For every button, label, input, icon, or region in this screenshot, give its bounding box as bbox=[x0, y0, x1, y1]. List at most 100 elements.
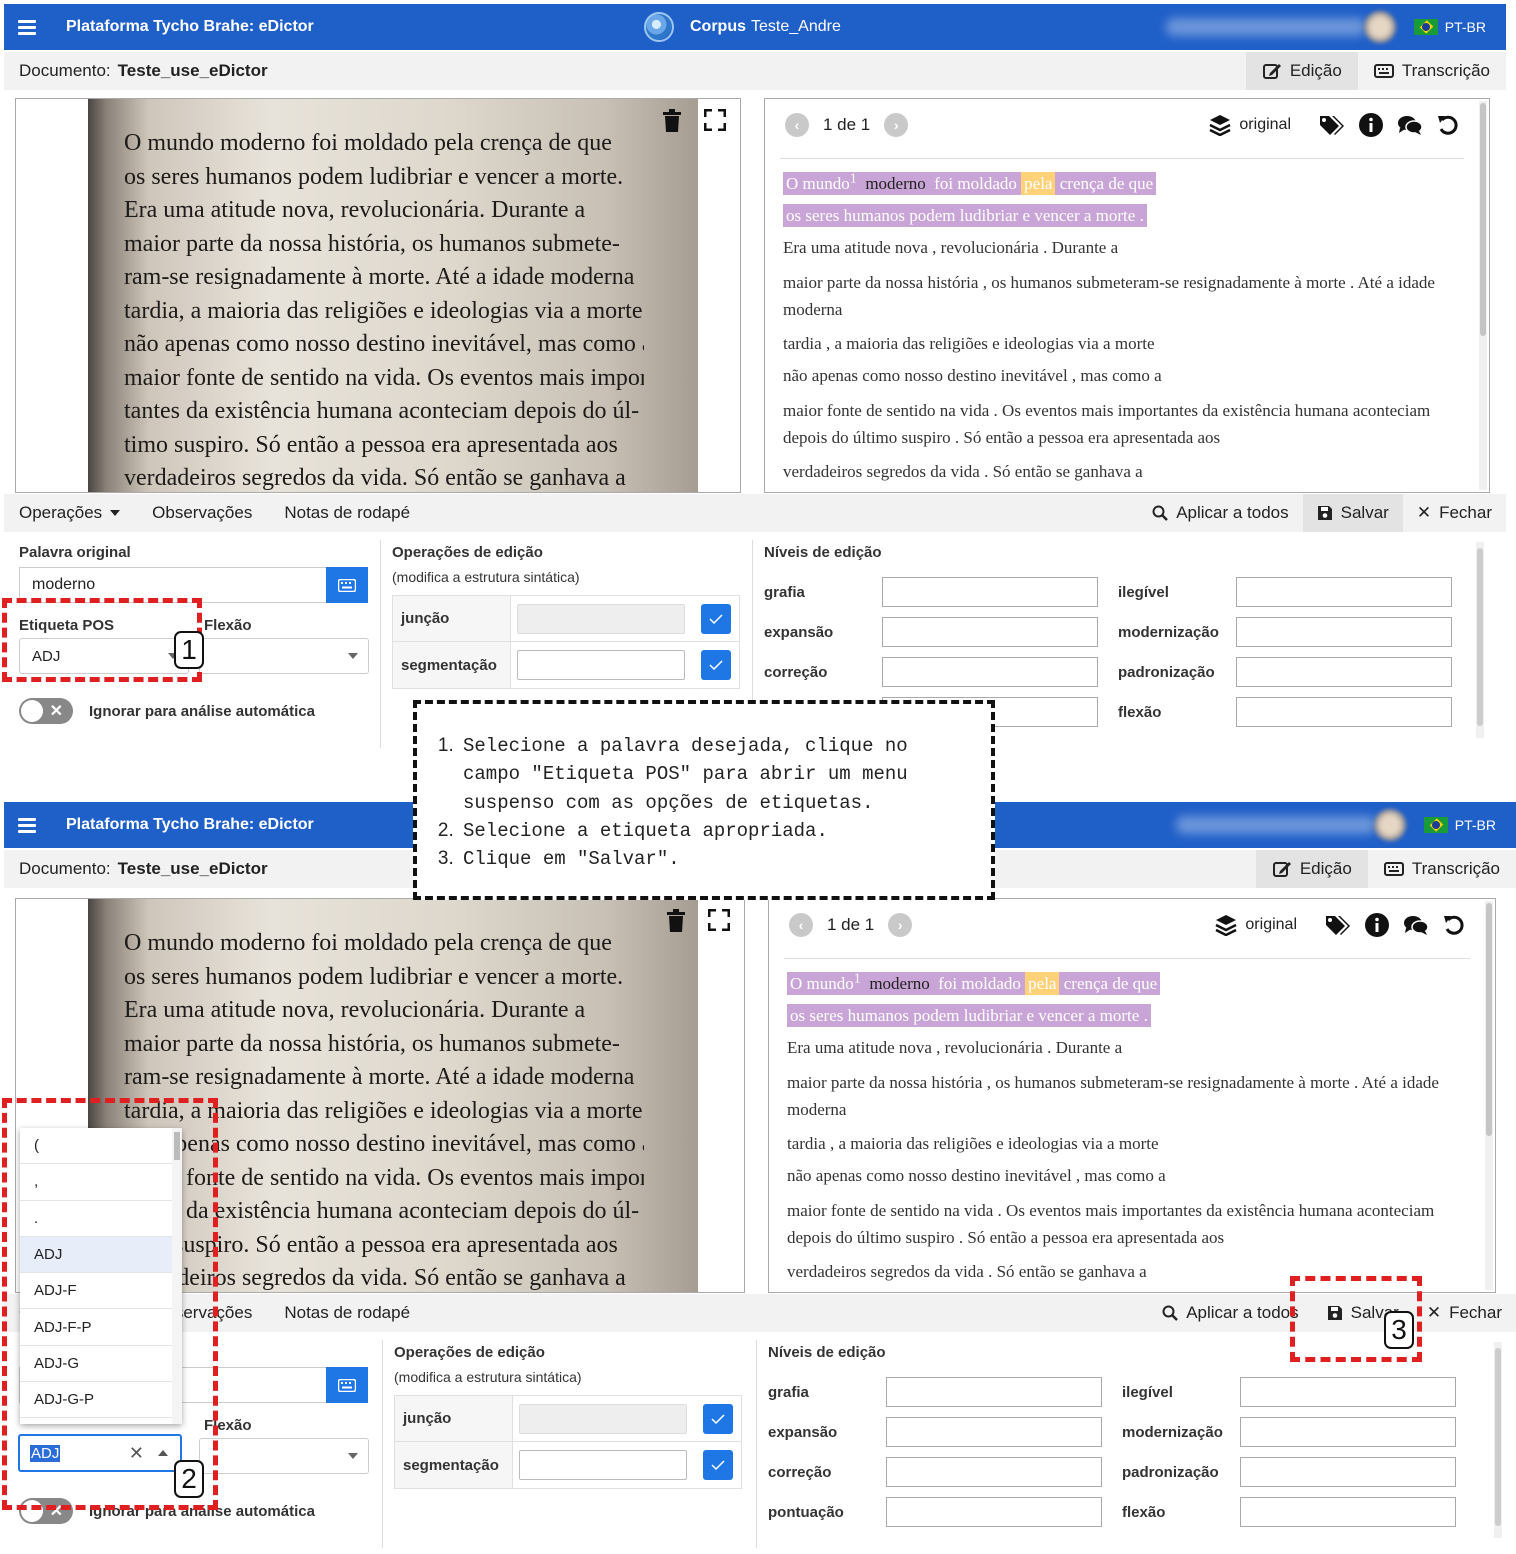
level-field-flexao[interactable] bbox=[1236, 697, 1452, 727]
apply-all-button[interactable]: Aplicar a todos bbox=[1138, 494, 1302, 532]
text-line[interactable]: O mundo1 moderno foi moldado pela crença… bbox=[787, 967, 1467, 995]
inflection-select[interactable] bbox=[199, 638, 369, 674]
transcription-scrollbar[interactable] bbox=[1479, 101, 1487, 490]
level-field-expansao[interactable] bbox=[882, 617, 1098, 647]
text-line[interactable]: os seres humanos podem ludibriar e vence… bbox=[783, 203, 1461, 227]
close-button[interactable]: ✕ Fechar bbox=[1403, 494, 1506, 532]
tab-transcription[interactable]: Transcrição bbox=[1368, 850, 1516, 888]
segment-field[interactable] bbox=[517, 650, 685, 680]
view-original-button[interactable]: original bbox=[1215, 914, 1297, 936]
save-button[interactable]: Salvar bbox=[1302, 494, 1403, 532]
operations-menu[interactable]: Operações bbox=[19, 503, 121, 523]
selected-token[interactable]: moderno bbox=[865, 174, 925, 193]
user-name-blurred[interactable] bbox=[1166, 18, 1366, 36]
text-line[interactable]: maior parte da nossa história , os human… bbox=[783, 269, 1461, 323]
avatar[interactable] bbox=[1364, 11, 1396, 43]
text-line[interactable]: Era uma atitude nova , revolucionária . … bbox=[783, 237, 1461, 259]
tab-transcription[interactable]: Transcrição bbox=[1358, 52, 1506, 90]
level-field-padronizacao[interactable] bbox=[1236, 657, 1452, 687]
text-line[interactable]: maior fonte de sentido na vida . Os even… bbox=[783, 397, 1461, 451]
level-field-correcao[interactable] bbox=[882, 657, 1098, 687]
info-icon[interactable] bbox=[1365, 913, 1389, 937]
text-line[interactable]: verdadeiros segredos da vida . Só então … bbox=[783, 461, 1461, 483]
footnotes-tab[interactable]: Notas de rodapé bbox=[284, 503, 410, 523]
next-page-icon[interactable]: › bbox=[888, 913, 913, 937]
page-image-viewer[interactable]: O mundo moderno foi moldado pela crença … bbox=[15, 98, 741, 493]
segment-confirm-button[interactable] bbox=[701, 650, 731, 680]
level-field-flexao[interactable] bbox=[1240, 1497, 1456, 1527]
level-field-correcao[interactable] bbox=[886, 1457, 1102, 1487]
edit-operations-title: Operações de edição bbox=[392, 544, 543, 561]
language-selector[interactable]: PT-BR bbox=[1455, 817, 1496, 833]
selected-token[interactable]: moderno bbox=[869, 974, 929, 993]
text-line[interactable]: não apenas como nosso destino inevitável… bbox=[783, 365, 1461, 387]
token[interactable]: foi moldado bbox=[938, 974, 1021, 993]
text-line[interactable]: não apenas como nosso destino inevitável… bbox=[787, 1165, 1467, 1187]
form-scrollbar[interactable] bbox=[1476, 542, 1484, 738]
virtual-keyboard-button[interactable] bbox=[326, 1367, 368, 1403]
segment-field[interactable] bbox=[519, 1450, 687, 1480]
undo-icon[interactable] bbox=[1437, 114, 1459, 136]
level-field-grafia[interactable] bbox=[882, 577, 1098, 607]
join-confirm-button[interactable] bbox=[701, 603, 731, 634]
info-icon[interactable] bbox=[1359, 113, 1383, 137]
notes-tab[interactable]: Observações bbox=[152, 503, 252, 523]
apply-all-button[interactable]: Aplicar a todos bbox=[1148, 1294, 1312, 1332]
comments-icon[interactable] bbox=[1397, 114, 1423, 136]
token[interactable]: crença de que bbox=[1064, 974, 1157, 993]
tags-icon[interactable] bbox=[1325, 914, 1351, 936]
level-field-padronizacao[interactable] bbox=[1240, 1457, 1456, 1487]
footnotes-tab[interactable]: Notas de rodapé bbox=[284, 1303, 410, 1323]
tab-edit[interactable]: Edição bbox=[1255, 850, 1368, 888]
highlighted-line[interactable]: os seres humanos podem ludibriar e vence… bbox=[787, 1003, 1151, 1027]
next-page-icon[interactable]: › bbox=[884, 113, 909, 137]
text-line[interactable]: tardia , a maioria das religiões e ideol… bbox=[783, 333, 1461, 355]
level-field-ilegivel[interactable] bbox=[1240, 1377, 1456, 1407]
trash-icon[interactable] bbox=[666, 909, 686, 933]
text-line[interactable]: tardia , a maioria das religiões e ideol… bbox=[787, 1133, 1467, 1155]
menu-icon[interactable] bbox=[18, 815, 36, 836]
tags-icon[interactable] bbox=[1319, 114, 1345, 136]
level-field-modernizacao[interactable] bbox=[1236, 617, 1452, 647]
virtual-keyboard-button[interactable] bbox=[326, 567, 368, 603]
text-line[interactable]: Era uma atitude nova , revolucionária . … bbox=[787, 1037, 1467, 1059]
view-original-button[interactable]: original bbox=[1209, 114, 1291, 136]
language-selector[interactable]: PT-BR bbox=[1445, 19, 1486, 35]
brazil-flag-icon[interactable] bbox=[1424, 817, 1448, 833]
text-line[interactable]: maior fonte de sentido na vida . Os even… bbox=[787, 1197, 1467, 1251]
comments-icon[interactable] bbox=[1403, 914, 1429, 936]
fullscreen-icon[interactable] bbox=[708, 909, 730, 931]
transcription-scrollbar[interactable] bbox=[1485, 901, 1493, 1290]
token[interactable]: foi moldado bbox=[934, 174, 1017, 193]
menu-icon[interactable] bbox=[18, 17, 36, 38]
level-field-modernizacao[interactable] bbox=[1240, 1417, 1456, 1447]
segment-confirm-button[interactable] bbox=[703, 1450, 733, 1480]
token[interactable]: O mundo bbox=[790, 974, 854, 993]
inflection-select[interactable] bbox=[199, 1438, 369, 1474]
level-field-ilegivel[interactable] bbox=[1236, 577, 1452, 607]
token[interactable]: O mundo bbox=[786, 174, 850, 193]
trash-icon[interactable] bbox=[662, 109, 682, 133]
text-line[interactable]: maior parte da nossa história , os human… bbox=[787, 1069, 1467, 1123]
previous-page-icon[interactable]: ‹ bbox=[789, 913, 813, 937]
undo-icon[interactable] bbox=[1443, 914, 1465, 936]
highlighted-line[interactable]: os seres humanos podem ludibriar e vence… bbox=[783, 203, 1147, 227]
level-field-expansao[interactable] bbox=[886, 1417, 1102, 1447]
token[interactable]: crença de que bbox=[1060, 174, 1153, 193]
tab-edit[interactable]: Edição bbox=[1245, 52, 1358, 90]
level-field-pontuacao[interactable] bbox=[886, 1497, 1102, 1527]
level-field-grafia[interactable] bbox=[886, 1377, 1102, 1407]
previous-page-icon[interactable]: ‹ bbox=[785, 113, 809, 137]
token-highlighted[interactable]: pela bbox=[1021, 171, 1056, 195]
token-highlighted[interactable]: pela bbox=[1025, 971, 1060, 995]
fullscreen-icon[interactable] bbox=[704, 109, 726, 131]
join-confirm-button[interactable] bbox=[703, 1403, 733, 1434]
user-name-blurred[interactable] bbox=[1176, 816, 1376, 834]
ignore-analysis-toggle[interactable]: ✕ bbox=[19, 698, 73, 724]
brazil-flag-icon[interactable] bbox=[1414, 19, 1438, 35]
text-line[interactable]: O mundo1 moderno foi moldado pela crença… bbox=[783, 167, 1461, 195]
form-scrollbar[interactable] bbox=[1494, 1342, 1502, 1538]
close-button[interactable]: ✕ Fechar bbox=[1413, 1294, 1516, 1332]
text-line[interactable]: os seres humanos podem ludibriar e vence… bbox=[787, 1003, 1467, 1027]
avatar[interactable] bbox=[1374, 809, 1406, 841]
